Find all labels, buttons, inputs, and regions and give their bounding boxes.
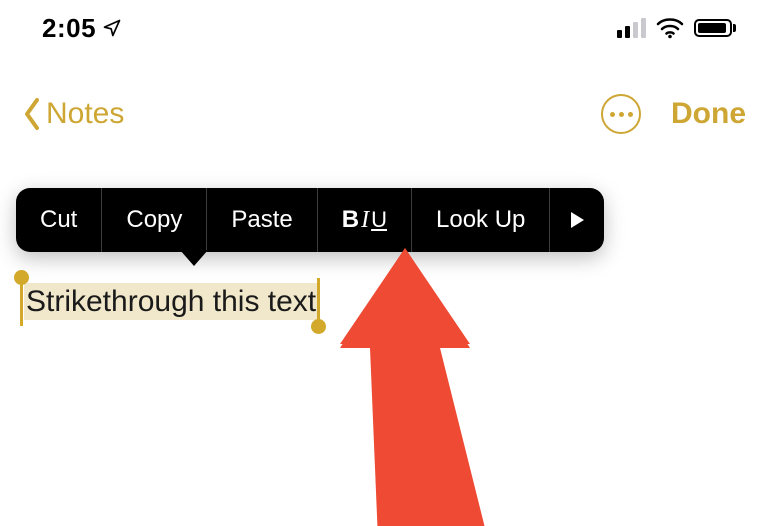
annotation-arrow [340, 248, 580, 526]
underline-icon: U [371, 207, 387, 233]
selected-text[interactable]: Strikethrough this text [24, 283, 318, 320]
status-time-group: 2:05 [42, 13, 122, 44]
done-button[interactable]: Done [671, 97, 746, 131]
more-button[interactable] [601, 94, 641, 134]
location-icon [102, 18, 122, 38]
edit-menu: Cut Copy Paste B I U Look Up [16, 188, 604, 252]
menu-paste[interactable]: Paste [207, 188, 317, 252]
selection-handle-end[interactable] [311, 319, 326, 334]
bold-icon: B [342, 206, 359, 234]
arrow-right-icon [568, 210, 586, 230]
menu-more[interactable] [550, 188, 604, 252]
wifi-icon [656, 17, 684, 39]
status-time: 2:05 [42, 13, 96, 44]
back-button[interactable]: Notes [22, 97, 124, 131]
chevron-left-icon [22, 97, 42, 131]
menu-lookup[interactable]: Look Up [412, 188, 550, 252]
cellular-signal-icon [617, 18, 646, 38]
battery-icon [694, 19, 736, 37]
status-right [617, 17, 736, 39]
menu-format-biu[interactable]: B I U [318, 188, 412, 252]
italic-icon: I [361, 207, 369, 234]
back-label: Notes [46, 97, 124, 131]
status-bar: 2:05 [0, 0, 768, 56]
text-selection[interactable]: Strikethrough this text [24, 280, 318, 324]
note-body[interactable]: Strikethrough this text [24, 280, 318, 324]
biu-icon: B I U [342, 206, 387, 234]
menu-cut[interactable]: Cut [16, 188, 102, 252]
nav-right: Done [601, 94, 746, 134]
menu-copy[interactable]: Copy [102, 188, 207, 252]
selection-handle-start[interactable] [14, 270, 29, 285]
nav-bar: Notes Done [0, 86, 768, 142]
ellipsis-icon [610, 112, 633, 117]
